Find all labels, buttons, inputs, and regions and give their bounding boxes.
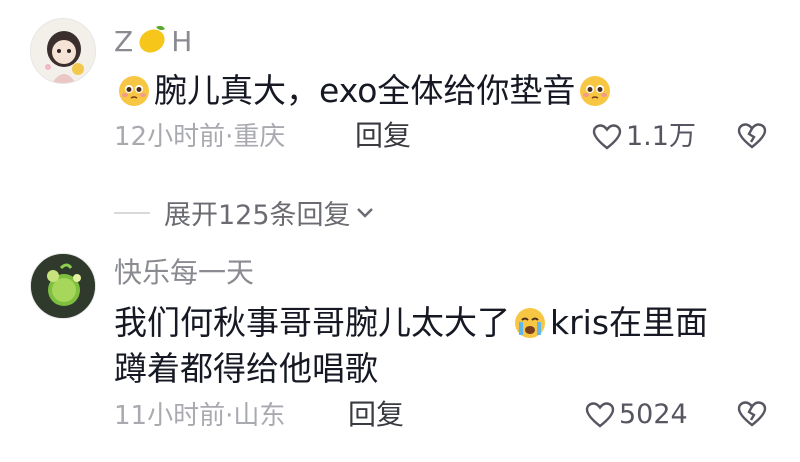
username-suffix: H <box>171 25 193 58</box>
heart-icon <box>592 124 622 150</box>
comment-meta: 11小时前·山东 <box>114 401 286 431</box>
expand-replies-button[interactable]: 展开125条回复 <box>114 193 375 232</box>
broken-heart-icon <box>737 401 767 427</box>
username-prefix: Z <box>114 25 134 58</box>
comment-text-line2: 蹲着都得给他唱歌 <box>114 349 378 388</box>
expand-replies-label: 展开125条回复 <box>164 200 351 231</box>
like-count: 5024 <box>619 399 688 430</box>
comment-body: 我们何秋事哥哥腕儿太大了 <box>114 303 510 342</box>
chevron-down-icon <box>356 207 373 218</box>
like-button[interactable]: 5024 <box>585 400 688 430</box>
comment-location: 山东 <box>233 401 286 431</box>
comment-body-cont: kris在里面 <box>550 303 709 342</box>
pleading-face-icon <box>578 74 612 120</box>
heart-icon <box>585 402 615 428</box>
comment-username[interactable]: ZH <box>114 22 192 63</box>
comment-time: 12小时前 <box>114 122 226 152</box>
user-avatar[interactable] <box>30 18 96 84</box>
comment-username[interactable]: 快乐每一天 <box>114 257 254 289</box>
comment-time: 11小时前 <box>114 401 226 431</box>
like-count: 1.1万 <box>626 121 696 152</box>
reply-button[interactable]: 回复 <box>348 400 404 430</box>
pleading-face-icon <box>117 74 151 120</box>
comment-location: 重庆 <box>233 122 286 152</box>
user-avatar[interactable] <box>30 253 96 319</box>
crying-face-icon <box>513 306 547 352</box>
comment-text: 腕儿真大，exo全体给你垫音 <box>114 68 615 120</box>
like-button[interactable]: 1.1万 <box>592 122 696 152</box>
comment-text: 我们何秋事哥哥腕儿太大了 kris在里面 <box>114 300 708 352</box>
dislike-button[interactable] <box>737 122 767 154</box>
divider <box>114 211 150 214</box>
comment-body: 腕儿真大，exo全体给你垫音 <box>154 71 576 110</box>
broken-heart-icon <box>737 123 767 149</box>
reply-button[interactable]: 回复 <box>355 121 411 151</box>
dislike-button[interactable] <box>737 400 767 432</box>
lemon-icon <box>135 22 169 63</box>
comment-meta: 12小时前·重庆 <box>114 122 286 152</box>
